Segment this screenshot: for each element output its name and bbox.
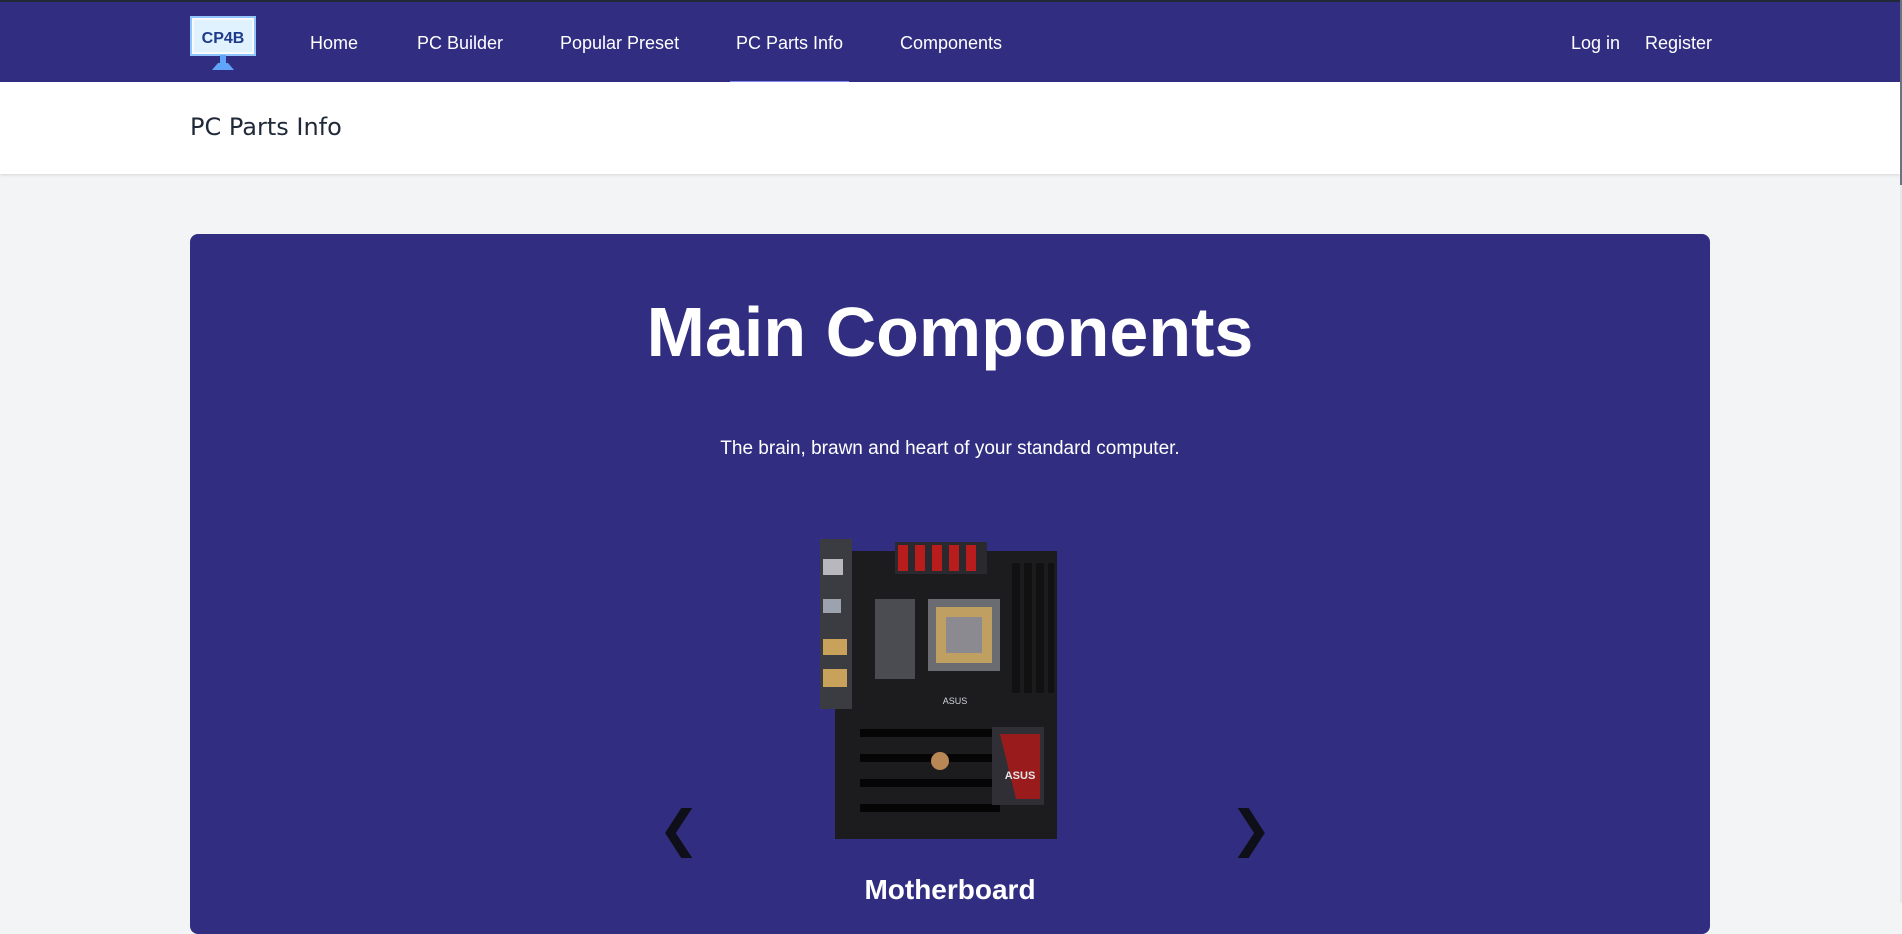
carousel-next-button[interactable]: ❯ — [1230, 804, 1272, 854]
main-components-card: Main Components The brain, brawn and hea… — [190, 234, 1710, 934]
hero-subtitle: The brain, brawn and heart of your stand… — [720, 438, 1180, 459]
page-title: PC Parts Info — [190, 113, 342, 141]
nav-popular-preset-link[interactable]: Popular Preset — [560, 2, 679, 82]
svg-text:ASUS: ASUS — [943, 696, 968, 706]
register-link[interactable]: Register — [1645, 2, 1712, 82]
svg-text:ASUS: ASUS — [1005, 770, 1036, 782]
nav-pc-parts-info-link[interactable]: PC Parts Info — [729, 2, 850, 83]
motherboard-image: ASUS ASUS — [820, 539, 1070, 841]
nav-home-link[interactable]: Home — [310, 2, 358, 82]
carousel-prev-button[interactable]: ❮ — [658, 804, 700, 854]
nav-pc-builder-link[interactable]: PC Builder — [417, 2, 503, 82]
logo-text: CP4B — [202, 30, 245, 47]
nav-components-link[interactable]: Components — [900, 2, 1002, 82]
login-link[interactable]: Log in — [1571, 2, 1620, 82]
carousel-item-title: Motherboard — [864, 874, 1036, 905]
cp4b-logo[interactable]: CP4B — [190, 16, 256, 70]
top-navbar: CP4B Home PC Builder Popular Preset PC P… — [0, 0, 1900, 83]
page-header: PC Parts Info — [0, 82, 1900, 174]
hero-title: Main Components — [646, 293, 1254, 371]
